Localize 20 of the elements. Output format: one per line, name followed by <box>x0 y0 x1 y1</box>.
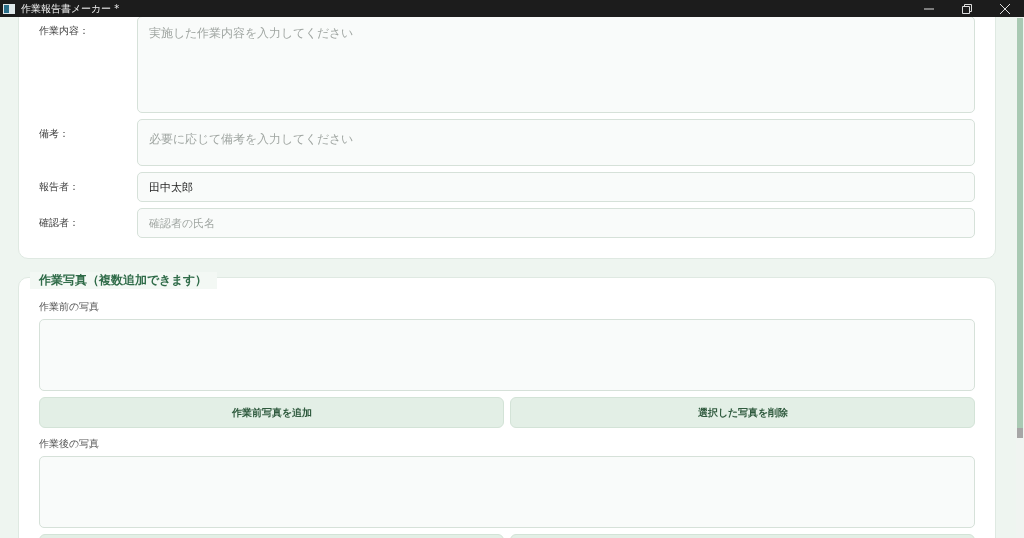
field-label: 確認者： <box>39 216 80 230</box>
scrollbar-thumb[interactable] <box>1017 18 1023 438</box>
add-photo-button[interactable]: 作業前写真を追加 <box>39 397 504 428</box>
app-icon <box>3 3 15 14</box>
restore-icon[interactable] <box>962 3 972 14</box>
field-label: 作業内容： <box>39 24 90 38</box>
group-title: 作業写真（複数追加できます） <box>30 272 217 289</box>
photo-list[interactable] <box>39 319 975 391</box>
photo-list[interactable] <box>39 456 975 528</box>
input-field[interactable]: 田中太郎 <box>137 172 975 202</box>
input-field[interactable]: 必要に応じて備考を入力してください <box>137 119 975 166</box>
section-label: 作業後の写真 <box>39 437 100 451</box>
input-field[interactable]: 確認者の氏名 <box>137 208 975 238</box>
window-title: 作業報告書メーカー * <box>21 1 121 16</box>
input-field[interactable]: 実施した作業内容を入力してください <box>137 17 975 113</box>
close-icon[interactable] <box>1000 3 1010 14</box>
section-label: 作業前の写真 <box>39 300 100 314</box>
delete-photo-button[interactable]: 選択した写真を削除 <box>510 397 975 428</box>
field-label: 報告者： <box>39 180 80 194</box>
field-label: 備考： <box>39 127 70 141</box>
